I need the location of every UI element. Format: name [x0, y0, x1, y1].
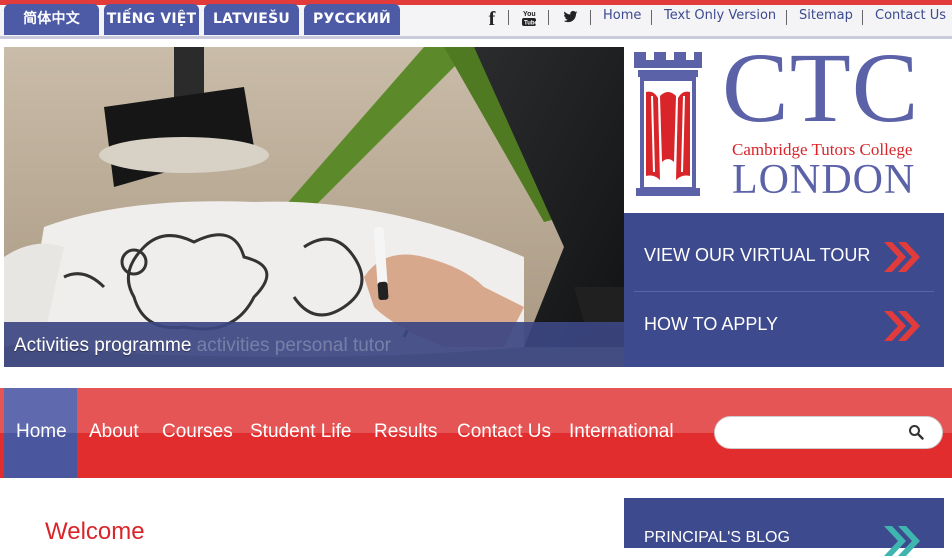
chevron-right-icon [884, 526, 920, 556]
chevron-right-icon [884, 242, 920, 272]
nav-item-contact-us[interactable]: Contact Us [457, 421, 551, 443]
nav-item-student-life[interactable]: Student Life [250, 421, 351, 443]
nav-item-international[interactable]: International [569, 421, 674, 443]
separator [786, 10, 787, 25]
youtube-icon[interactable]: You Tube [520, 9, 539, 29]
language-tab-vietnamese[interactable]: TIẾNG VIỆT [104, 4, 199, 35]
top-link-contact[interactable]: Contact Us [875, 8, 946, 23]
how-to-apply-link[interactable]: HOW TO APPLY [644, 314, 778, 344]
twitter-icon[interactable] [562, 9, 578, 29]
virtual-tour-link[interactable]: VIEW OUR VIRTUAL TOUR [644, 245, 870, 275]
hero-image [4, 47, 624, 367]
svg-text:You: You [523, 11, 536, 18]
separator [590, 10, 591, 25]
separator [508, 10, 509, 25]
hero-caption: Activities programme [14, 335, 192, 356]
language-tab-russian[interactable]: РУССКИЙ [304, 4, 400, 35]
nav-item-home[interactable]: Home [16, 421, 67, 443]
language-tab-latvian[interactable]: LATVIEŠU [204, 4, 299, 35]
logo-city: LONDON [732, 157, 916, 203]
search-icon[interactable] [908, 424, 924, 440]
separator [651, 10, 652, 25]
logo-letters: CTC [722, 32, 920, 143]
nav-item-courses[interactable]: Courses [162, 421, 233, 443]
separator [862, 10, 863, 25]
cta-divider [634, 291, 934, 292]
chevron-right-icon [884, 311, 920, 341]
facebook-icon[interactable]: f [486, 8, 498, 30]
top-link-sitemap[interactable]: Sitemap [799, 8, 853, 23]
separator [548, 10, 549, 25]
top-link-home[interactable]: Home [603, 8, 641, 23]
nav-item-about[interactable]: About [89, 421, 139, 443]
principal-blog-link[interactable]: PRINCIPAL'S BLOG [644, 529, 790, 547]
nav-item-results[interactable]: Results [374, 421, 437, 443]
top-link-text-only[interactable]: Text Only Version [664, 8, 776, 23]
language-tab-chinese[interactable]: 简体中文 [4, 4, 99, 35]
svg-text:Tube: Tube [524, 21, 537, 27]
